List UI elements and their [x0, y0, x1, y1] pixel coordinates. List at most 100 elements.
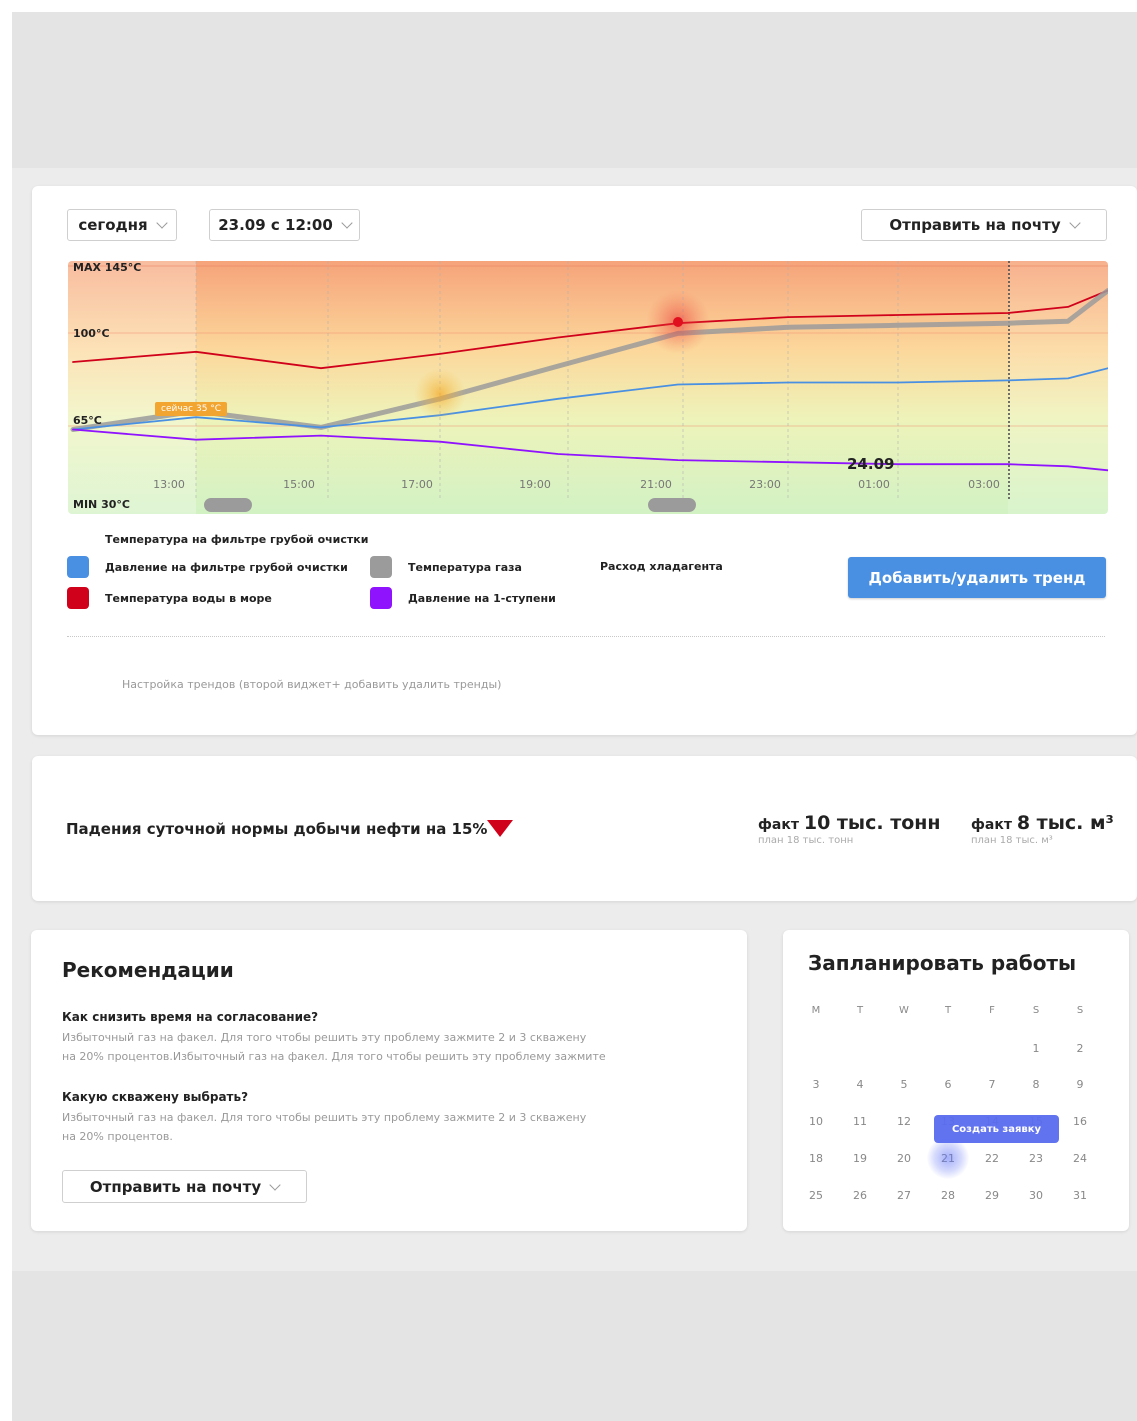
legend-label: Температура воды в море — [105, 591, 272, 605]
date-marker-label: 24.09 — [847, 455, 895, 473]
date-dropdown-label: 23.09 с 12:00 — [218, 216, 333, 234]
stat-value: 8 тыс. м³ — [1016, 812, 1114, 834]
calendar-day[interactable]: 9 — [1068, 1078, 1092, 1091]
chevron-down-icon — [341, 217, 353, 229]
x-tick: 21:00 — [640, 478, 672, 491]
chart-background — [68, 261, 1108, 514]
chart-past-overlay — [68, 261, 196, 514]
legend-label: Давление на 1-ступени — [408, 591, 556, 605]
calendar-day[interactable]: 11 — [848, 1115, 872, 1128]
recommendations-send-mail-dropdown[interactable]: Отправить на почту — [62, 1170, 307, 1203]
weekday-label: M — [811, 1005, 821, 1016]
chevron-down-icon — [155, 217, 168, 229]
trend-chart: MAX 145°C 100°C 65°C MIN 30°C 13:00 15:0… — [68, 261, 1108, 514]
question: Как снизить время на согласование? — [62, 1010, 319, 1024]
send-mail-label: Отправить на почту — [89, 1177, 262, 1196]
x-tick: 17:00 — [401, 478, 433, 491]
x-tick: 23:00 — [749, 478, 781, 491]
calendar-day[interactable]: 31 — [1068, 1189, 1092, 1202]
y-label-65: 65°C — [73, 414, 102, 427]
stat-plan: план 18 тыс. м³ — [971, 835, 1053, 846]
x-tick: 13:00 — [153, 478, 185, 491]
calendar-day[interactable]: 4 — [848, 1078, 872, 1091]
weekday-label: F — [989, 1005, 995, 1016]
x-tick: 15:00 — [283, 478, 315, 491]
legend-label: Температура газа — [408, 560, 522, 574]
legend-swatch — [370, 556, 392, 578]
stat-prefix: факт — [758, 817, 799, 833]
calendar-day[interactable]: 5 — [892, 1078, 916, 1091]
chevron-down-icon — [1068, 217, 1081, 229]
stat-plan: план 18 тыс. тонн — [758, 835, 854, 846]
calendar-day[interactable]: 22 — [980, 1152, 1004, 1165]
add-remove-trend-button[interactable]: Добавить/удалить тренд — [848, 557, 1106, 598]
weekday-label: S — [1076, 1005, 1084, 1016]
calendar-day[interactable]: 19 — [848, 1152, 872, 1165]
x-tick: 03:00 — [968, 478, 1000, 491]
create-request-button[interactable]: Создать заявку — [934, 1115, 1059, 1143]
calendar-day[interactable]: 8 — [1024, 1078, 1048, 1091]
calendar-day[interactable]: 24 — [1068, 1152, 1092, 1165]
calendar-day[interactable]: 1 — [1024, 1042, 1048, 1055]
calendar-day[interactable]: 26 — [848, 1189, 872, 1202]
legend-title: Температура на фильтре грубой очистки — [105, 533, 369, 546]
y-label-max: MAX 145°C — [73, 261, 142, 274]
stat-value: 10 тыс. тонн — [803, 812, 941, 834]
answer-line: на 20% процентов. — [62, 1130, 173, 1143]
x-tick: 19:00 — [519, 478, 551, 491]
range-handle-right[interactable] — [648, 498, 696, 512]
fact-stat-gas: факт 8 тыс. м³ план 18 тыс. м³ — [971, 812, 1114, 846]
now-value-label: сейчас 35 °C — [155, 402, 228, 416]
calendar-day[interactable]: 12 — [892, 1115, 916, 1128]
chevron-down-icon — [269, 1178, 281, 1191]
answer-line: Избыточный газ на факел. Для того чтобы … — [62, 1031, 587, 1044]
hot-marker[interactable] — [673, 317, 683, 327]
divider — [67, 636, 1105, 637]
weekday-label: W — [899, 1005, 909, 1016]
alert-text: Падения суточной нормы добычи нефти на 1… — [66, 820, 488, 838]
legend-swatch — [67, 587, 89, 609]
recommendations-title: Рекомендации — [62, 958, 234, 982]
weekday-label: T — [944, 1005, 952, 1016]
x-tick: 01:00 — [858, 478, 890, 491]
send-mail-dropdown[interactable]: Отправить на почту — [861, 209, 1107, 241]
warm-marker — [414, 368, 466, 420]
legend-item[interactable]: Давление на фильтре грубой очистки — [67, 556, 348, 578]
date-dropdown[interactable]: 23.09 с 12:00 — [209, 209, 360, 241]
send-mail-dropdown-label: Отправить на почту — [889, 216, 1061, 234]
legend-item[interactable]: Температура воды в море — [67, 587, 272, 609]
period-dropdown-label: сегодня — [78, 216, 148, 234]
calendar-day[interactable]: 29 — [980, 1189, 1004, 1202]
calendar-day[interactable]: 25 — [804, 1189, 828, 1202]
calendar-day[interactable]: 10 — [804, 1115, 828, 1128]
legend-label: Давление на фильтре грубой очистки — [105, 560, 348, 574]
y-label-100: 100°C — [73, 327, 110, 340]
answer-line: на 20% процентов.Избыточный газ на факел… — [62, 1050, 606, 1063]
selected-day-halo — [927, 1137, 969, 1179]
calendar-day[interactable]: 16 — [1068, 1115, 1092, 1128]
legend-item[interactable]: Давление на 1-ступени — [370, 587, 556, 609]
question: Какую скважену выбрать? — [62, 1090, 249, 1104]
calendar-day[interactable]: 27 — [892, 1189, 916, 1202]
calendar-day[interactable]: 20 — [892, 1152, 916, 1165]
legend-extra-label: Расход хладагента — [600, 560, 723, 573]
calendar-day[interactable]: 23 — [1024, 1152, 1048, 1165]
range-handle-left[interactable] — [204, 498, 252, 512]
calendar-day[interactable]: 7 — [980, 1078, 1004, 1091]
weekday-label: S — [1032, 1005, 1040, 1016]
down-triangle-icon — [487, 820, 513, 837]
fact-stat-oil: факт 10 тыс. тонн план 18 тыс. тонн — [758, 812, 941, 846]
calendar-title: Запланировать работы — [808, 951, 1077, 975]
calendar-day[interactable]: 28 — [936, 1189, 960, 1202]
calendar-day[interactable]: 3 — [804, 1078, 828, 1091]
legend-item[interactable]: Температура газа — [370, 556, 522, 578]
period-dropdown[interactable]: сегодня — [67, 209, 177, 241]
trend-settings-note: Настройка трендов (второй виджет+ добави… — [122, 678, 502, 691]
calendar-day[interactable]: 2 — [1068, 1042, 1092, 1055]
calendar-day[interactable]: 18 — [804, 1152, 828, 1165]
calendar-day[interactable]: 6 — [936, 1078, 960, 1091]
calendar-day[interactable]: 30 — [1024, 1189, 1048, 1202]
legend-swatch — [370, 587, 392, 609]
legend-swatch — [67, 556, 89, 578]
answer-line: Избыточный газ на факел. Для того чтобы … — [62, 1111, 587, 1124]
